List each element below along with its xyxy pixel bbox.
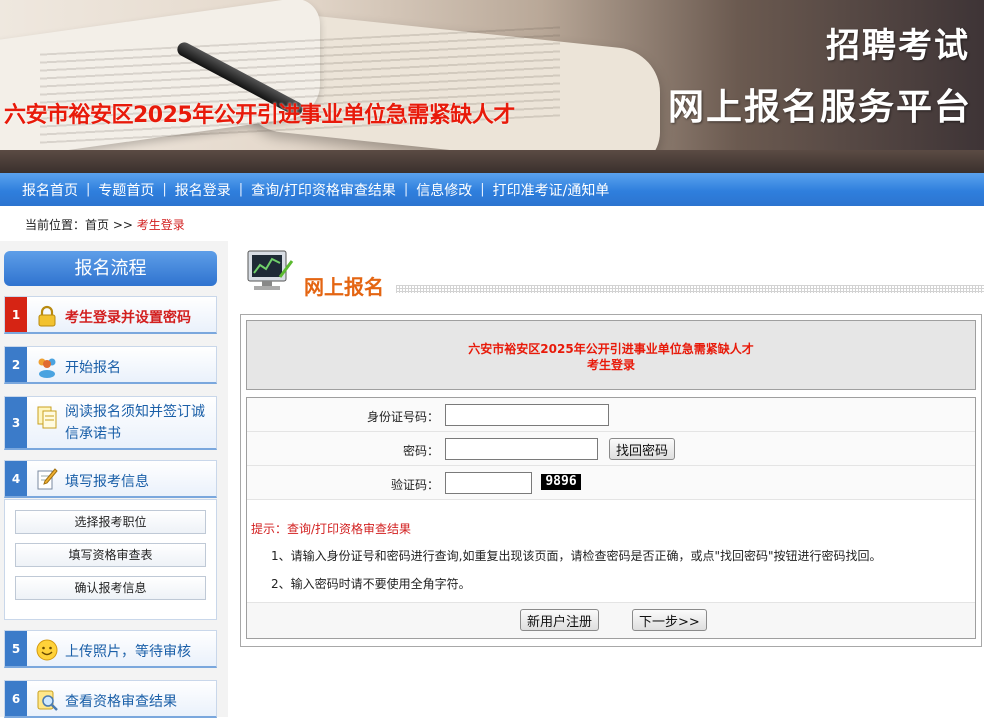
action-row: 新用户注册 下一步>> — [247, 602, 975, 638]
sidebar-step-6[interactable]: 6 查看资格审查结果 — [4, 680, 217, 718]
sidebar-step-1[interactable]: 1 考生登录并设置密码 — [4, 296, 217, 334]
banner-table — [0, 150, 984, 173]
captcha-row: 验证码： 9896 — [247, 466, 975, 500]
step-label-line: 阅读报名须知并签订诚 — [65, 404, 205, 420]
step-number: 6 — [5, 681, 27, 716]
fill-review-form-button[interactable]: 填写资格审查表 — [15, 543, 206, 567]
select-position-button[interactable]: 选择报考职位 — [15, 510, 206, 534]
captcha-image[interactable]: 9896 — [541, 474, 581, 490]
step-number: 3 — [5, 397, 27, 448]
tip-item-1: 1、请输入身份证号和密码进行查询,如重复出现该页面，请检查密码是否正确，或点"找… — [271, 549, 882, 563]
find-password-button[interactable]: 找回密码 — [609, 438, 676, 460]
login-panel: 六安市裕安区2025年公开引进事业单位急需紧缺人才 考生登录 身份证号码： 密码… — [240, 314, 982, 647]
captcha-label: 验证码： — [390, 478, 439, 492]
step-label: 填写报考信息 — [65, 474, 149, 490]
header-banner: 六安市裕安区2025年公开引进事业单位急需紧缺人才 招聘考试 网上报名服务平台 — [0, 0, 984, 173]
captcha-input[interactable] — [445, 472, 532, 494]
main-content: 网上报名 六安市裕安区2025年公开引进事业单位急需紧缺人才 考生登录 身份证号… — [236, 241, 984, 717]
section-title: 网上报名 — [304, 275, 384, 299]
nav-review-result[interactable]: 查询/打印资格审查结果 — [243, 180, 404, 200]
register-button[interactable]: 新用户注册 — [520, 609, 600, 631]
sidebar-step-5[interactable]: 5 上传照片，等待审核 — [4, 630, 217, 668]
step-4-subitems: 选择报考职位 填写资格审查表 确认报考信息 — [4, 499, 217, 620]
id-number-input[interactable] — [445, 404, 609, 426]
confirm-info-button[interactable]: 确认报考信息 — [15, 576, 206, 600]
sidebar-step-2[interactable]: 2 开始报名 — [4, 346, 217, 384]
step-label: 开始报名 — [65, 360, 121, 376]
form-header-title: 六安市裕安区2025年公开引进事业单位急需紧缺人才 — [468, 342, 754, 356]
breadcrumb-home[interactable]: 首页 — [85, 218, 109, 232]
sidebar: 报名流程 1 考生登录并设置密码 2 开始报名 3 阅读报名须知并签订诚 信承诺… — [0, 241, 228, 718]
step-label: 上传照片，等待审核 — [65, 644, 191, 660]
top-nav: 报名首页 | 专题首页 | 报名登录 | 查询/打印资格审查结果 | 信息修改 … — [0, 173, 984, 206]
sidebar-header: 报名流程 — [4, 251, 217, 286]
title-divider — [396, 285, 984, 293]
users-icon — [38, 358, 56, 378]
password-label: 密码： — [402, 444, 439, 458]
nav-modify-info[interactable]: 信息修改 — [408, 180, 480, 200]
tip-item-2: 2、输入密码时请不要使用全角字符。 — [271, 577, 471, 591]
banner-subtitle-1: 招聘考试 — [826, 26, 970, 66]
id-row: 身份证号码： — [247, 398, 975, 432]
password-row: 密码： 找回密码 — [247, 432, 975, 466]
smile-icon — [36, 639, 58, 661]
step-label: 考生登录并设置密码 — [65, 310, 191, 326]
breadcrumb-arrow: >> — [112, 218, 133, 232]
nav-login[interactable]: 报名登录 — [167, 180, 239, 200]
next-button[interactable]: 下一步>> — [632, 609, 707, 631]
documents-icon — [37, 406, 57, 429]
id-label: 身份证号码： — [366, 410, 439, 424]
tip-line: 提示：查询/打印资格审查结果 — [251, 520, 411, 537]
search-doc-icon — [37, 690, 58, 711]
form-header-subtitle: 考生登录 — [586, 358, 635, 372]
breadcrumb: 当前位置：首页 >> 考生登录 — [25, 216, 185, 233]
step-number: 1 — [5, 297, 27, 332]
nav-home[interactable]: 报名首页 — [14, 180, 86, 200]
tip-link[interactable]: 查询/打印资格审查结果 — [287, 522, 411, 536]
lock-icon — [38, 305, 56, 327]
step-label: 阅读报名须知并签订诚 信承诺书 — [65, 401, 205, 445]
step-number: 2 — [5, 347, 27, 382]
banner-subtitle-2: 网上报名服务平台 — [667, 87, 972, 128]
form-header: 六安市裕安区2025年公开引进事业单位急需紧缺人才 考生登录 — [246, 320, 976, 390]
sidebar-step-3[interactable]: 3 阅读报名须知并签订诚 信承诺书 — [4, 396, 217, 450]
step-label-line: 信承诺书 — [65, 426, 121, 442]
banner-title: 六安市裕安区2025年公开引进事业单位急需紧缺人才 — [4, 103, 515, 128]
nav-topic[interactable]: 专题首页 — [90, 180, 162, 200]
tip-label: 提示： — [251, 522, 288, 536]
login-form: 身份证号码： 密码： 找回密码 验证码： 9896 提示：查询/打印资格审查结果… — [246, 397, 976, 639]
step-number: 5 — [5, 631, 27, 666]
password-input[interactable] — [445, 438, 598, 460]
edit-icon — [37, 468, 58, 490]
breadcrumb-prefix: 当前位置： — [25, 218, 86, 232]
step-label: 查看资格审查结果 — [65, 694, 177, 710]
step-number: 4 — [5, 461, 27, 496]
breadcrumb-current: 考生登录 — [136, 218, 185, 232]
sidebar-step-4[interactable]: 4 填写报考信息 — [4, 460, 217, 498]
monitor-chart-icon — [247, 250, 294, 290]
nav-print-ticket[interactable]: 打印准考证/通知单 — [485, 180, 618, 200]
